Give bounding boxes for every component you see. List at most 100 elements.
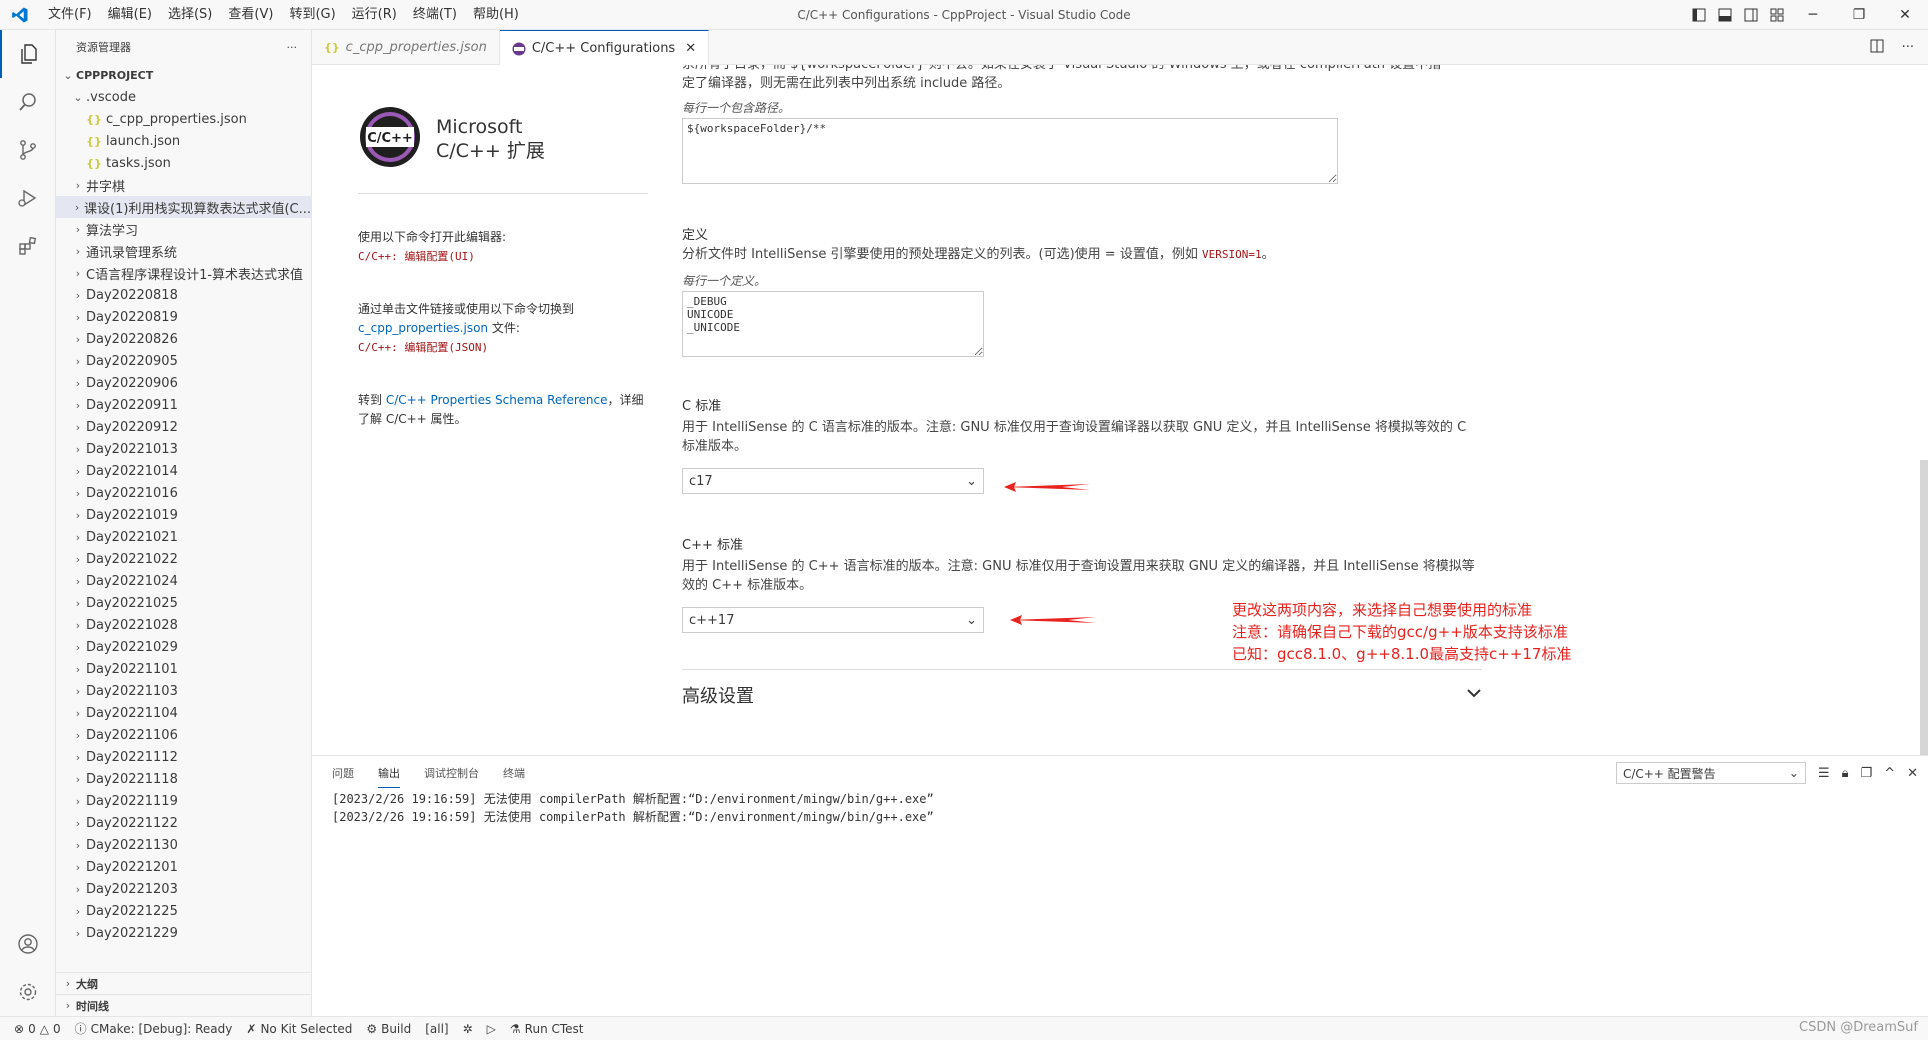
cmake-status[interactable]: ⓘ CMake: [Debug]: Ready (75, 1020, 233, 1037)
tree-folder[interactable]: › C语言程序课程设计1-算术表达式求值 (56, 262, 311, 284)
tab-cpp-configurations[interactable]: C/C++ Configurations ✕ (499, 30, 710, 66)
menu-run[interactable]: 运行(R) (344, 0, 405, 30)
debug-icon[interactable]: ✲ (463, 1022, 473, 1036)
outline-section[interactable]: › 大纲 (56, 972, 311, 994)
vscode-logo-icon[interactable] (0, 6, 40, 24)
menu-edit[interactable]: 编辑(E) (100, 0, 160, 30)
tree-folder[interactable]: › Day20221014 (56, 460, 311, 482)
tree-folder[interactable]: › Day20221104 (56, 702, 311, 724)
tree-folder[interactable]: › Day20220912 (56, 416, 311, 438)
tree-folder[interactable]: › Day20221203 (56, 878, 311, 900)
tree-folder[interactable]: › Day20221013 (56, 438, 311, 460)
tree-folder[interactable]: › Day20221103 (56, 680, 311, 702)
chevron-right-icon: › (75, 662, 81, 676)
cmake-kit-status[interactable]: ✗ No Kit Selected (246, 1022, 352, 1036)
json-file-link[interactable]: c_cpp_properties.json (358, 321, 488, 335)
clear-output-icon[interactable]: ☰ (1818, 766, 1830, 781)
extensions-icon[interactable] (0, 222, 56, 270)
menu-file[interactable]: 文件(F) (40, 0, 100, 30)
tree-folder[interactable]: › Day20221119 (56, 790, 311, 812)
tree-folder[interactable]: › Day20220905 (56, 350, 311, 372)
timeline-section[interactable]: › 时间线 (56, 994, 311, 1016)
explorer-icon[interactable] (0, 30, 56, 78)
menu-go[interactable]: 转到(G) (281, 0, 343, 30)
tree-folder[interactable]: › Day20221101 (56, 658, 311, 680)
tree-file[interactable]: {} tasks.json (56, 152, 311, 174)
more-actions-icon[interactable]: ··· (287, 41, 298, 54)
tree-folder[interactable]: › Day20221225 (56, 900, 311, 922)
tree-folder[interactable]: › Day20221130 (56, 834, 311, 856)
tree-folder[interactable]: › Day20220826 (56, 328, 311, 350)
schema-reference-link[interactable]: C/C++ Properties Schema Reference (386, 393, 608, 407)
restore-icon[interactable]: ❐ (1836, 0, 1882, 30)
tab-c-cpp-properties[interactable]: {} c_cpp_properties.json (312, 30, 500, 65)
tab-problems[interactable]: 问题 (332, 759, 354, 787)
tree-folder[interactable]: › 课设(1)利用栈实现算数表达式求值(C... (56, 196, 311, 218)
menu-view[interactable]: 查看(V) (220, 0, 281, 30)
defines-input[interactable]: _DEBUG UNICODE _UNICODE (682, 291, 984, 357)
tree-file[interactable]: {} launch.json (56, 130, 311, 152)
c-standard-select[interactable]: c17 ⌄ (682, 468, 984, 494)
tree-folder[interactable]: › Day20221022 (56, 548, 311, 570)
tree-folder[interactable]: › Day20221112 (56, 746, 311, 768)
tree-folder[interactable]: › Day20221106 (56, 724, 311, 746)
tree-folder[interactable]: › 通讯录管理系统 (56, 240, 311, 262)
menu-selection[interactable]: 选择(S) (160, 0, 220, 30)
advanced-settings-toggle[interactable]: 高级设置 (682, 682, 1482, 708)
tab-output[interactable]: 输出 (378, 759, 400, 788)
tree-folder[interactable]: › Day20221118 (56, 768, 311, 790)
output-channel-select[interactable]: C/C++ 配置警告 ⌄ (1615, 762, 1806, 784)
copy-icon[interactable]: ❐ (1861, 766, 1873, 781)
tree-folder[interactable]: › Day20221201 (56, 856, 311, 878)
close-window-icon[interactable]: ✕ (1882, 0, 1928, 30)
run-debug-icon[interactable] (0, 174, 56, 222)
close-tab-icon[interactable]: ✕ (685, 41, 696, 56)
chevron-right-icon: › (75, 266, 81, 280)
toggle-sidebar-icon[interactable] (1686, 0, 1712, 30)
ctest-button[interactable]: ⚗ Run CTest (510, 1022, 584, 1036)
settings-gear-icon[interactable] (0, 968, 56, 1016)
menu-help[interactable]: 帮助(H) (465, 0, 527, 30)
tree-folder[interactable]: › Day20220906 (56, 372, 311, 394)
lock-scroll-icon[interactable]: 🔒︎ (1842, 766, 1849, 781)
chevron-right-icon: › (75, 530, 81, 544)
tree-folder[interactable]: › Day20221029 (56, 636, 311, 658)
close-panel-icon[interactable]: ✕ (1907, 766, 1918, 781)
tree-folder[interactable]: › Day20221028 (56, 614, 311, 636)
cpp-standard-select[interactable]: c++17 ⌄ (682, 607, 984, 633)
tree-folder[interactable]: › Day20221229 (56, 922, 311, 944)
source-control-icon[interactable] (0, 126, 56, 174)
account-icon[interactable] (0, 920, 56, 968)
tree-folder[interactable]: › Day20221016 (56, 482, 311, 504)
maximize-panel-icon[interactable]: ^ (1884, 766, 1895, 781)
tree-folder[interactable]: › Day20221021 (56, 526, 311, 548)
tree-folder[interactable]: › Day20221024 (56, 570, 311, 592)
tree-folder[interactable]: › 井字棋 (56, 174, 311, 196)
search-icon[interactable] (0, 78, 56, 126)
toggle-panel-icon[interactable] (1712, 0, 1738, 30)
more-actions-icon[interactable]: ··· (1902, 40, 1914, 55)
toggle-secondary-sidebar-icon[interactable] (1738, 0, 1764, 30)
tree-folder[interactable]: › 算法学习 (56, 218, 311, 240)
build-target[interactable]: [all] (425, 1022, 448, 1036)
split-editor-icon[interactable] (1870, 39, 1884, 57)
editor-scrollbar[interactable] (1920, 460, 1928, 760)
menu-terminal[interactable]: 终端(T) (405, 0, 465, 30)
tree-folder[interactable]: › Day20221025 (56, 592, 311, 614)
customize-layout-icon[interactable] (1764, 0, 1790, 30)
run-icon[interactable]: ▷ (487, 1022, 496, 1036)
project-root[interactable]: ⌄ CPPPROJECT (56, 64, 311, 86)
tree-folder[interactable]: › Day20220911 (56, 394, 311, 416)
tab-terminal[interactable]: 终端 (503, 759, 525, 787)
tree-folder[interactable]: › Day20221019 (56, 504, 311, 526)
tree-folder[interactable]: › Day20220819 (56, 306, 311, 328)
tree-folder[interactable]: › Day20221122 (56, 812, 311, 834)
tree-folder-vscode[interactable]: ⌄ .vscode (56, 86, 311, 108)
build-button[interactable]: ⚙ Build (366, 1022, 411, 1036)
minimize-icon[interactable]: ─ (1790, 0, 1836, 30)
tree-folder[interactable]: › Day20220818 (56, 284, 311, 306)
include-path-input[interactable]: ${workspaceFolder}/** (682, 118, 1338, 184)
tree-file[interactable]: {} c_cpp_properties.json (56, 108, 311, 130)
problems-status[interactable]: ⊗ 0 △ 0 (14, 1022, 61, 1036)
tab-debug-console[interactable]: 调试控制台 (424, 759, 479, 787)
